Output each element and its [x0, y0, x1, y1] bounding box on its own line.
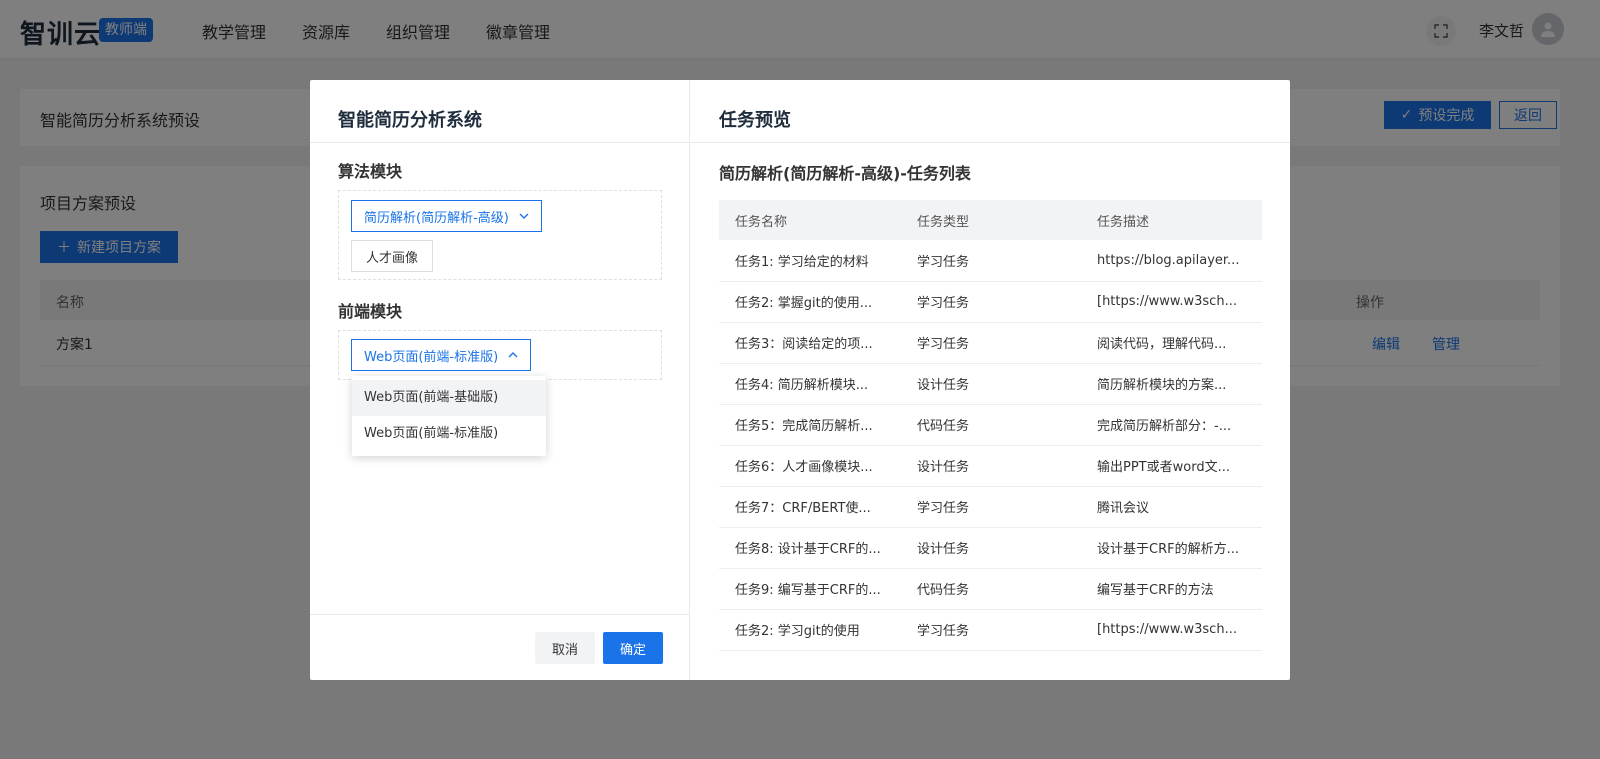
algo-section-title: 算法模块 — [338, 162, 403, 181]
task-desc: 输出PPT或者word文... — [1081, 445, 1262, 487]
task-type: 设计任务 — [901, 445, 1081, 487]
task-name: 任务4: 简历解析模块... — [719, 363, 901, 405]
table-row: 任务2: 掌握git的使用... 学习任务 [https://www.w3sch..… — [719, 281, 1262, 323]
dropdown-option-basic[interactable]: Web页面(前端-基础版) — [352, 380, 546, 416]
dropdown-option-standard[interactable]: Web页面(前端-标准版) — [352, 416, 546, 452]
chevron-down-icon — [519, 213, 529, 219]
algo-module-select[interactable]: 简历解析(简历解析-高级) — [351, 200, 542, 232]
talent-profile-tag[interactable]: 人才画像 — [351, 240, 434, 272]
table-row: 任务2: 学习git的使用 学习任务 [https://www.w3sch... — [719, 609, 1262, 651]
divider — [310, 142, 690, 143]
task-name: 任务2: 掌握git的使用... — [719, 281, 901, 323]
frontend-section-box: Web页面(前端-标准版) — [338, 330, 662, 380]
module-config-modal: 智能简历分析系统 算法模块 简历解析(简历解析-高级) 人才画像 前端模块 We… — [310, 80, 1290, 680]
task-name: 任务9: 编写基于CRF的... — [719, 568, 901, 610]
table-row: 任务7：CRF/BERT使... 学习任务 腾讯会议 — [719, 486, 1262, 528]
task-type: 学习任务 — [901, 322, 1081, 364]
task-list-title: 简历解析(简历解析-高级)-任务列表 — [719, 164, 971, 183]
algo-select-value: 简历解析(简历解析-高级) — [364, 210, 509, 226]
task-desc: 简历解析模块的方案... — [1081, 363, 1262, 405]
column-header-task-type: 任务类型 — [901, 200, 1081, 240]
task-name: 任务5：完成简历解析... — [719, 404, 901, 446]
task-name: 任务3：阅读给定的项... — [719, 322, 901, 364]
task-type: 设计任务 — [901, 527, 1081, 569]
task-desc: https://blog.apilayer... — [1081, 240, 1262, 282]
task-name: 任务6：人才画像模块... — [719, 445, 901, 487]
task-desc: 阅读代码，理解代码... — [1081, 322, 1262, 364]
table-row: 任务6：人才画像模块... 设计任务 输出PPT或者word文... — [719, 445, 1262, 487]
table-row: 任务8: 设计基于CRF的... 设计任务 设计基于CRF的解析方... — [719, 527, 1262, 569]
task-type: 设计任务 — [901, 363, 1081, 405]
task-type: 代码任务 — [901, 404, 1081, 446]
task-table-header: 任务名称 任务类型 任务描述 — [719, 200, 1262, 240]
cancel-button[interactable]: 取消 — [535, 632, 595, 664]
chevron-up-icon — [508, 352, 518, 358]
algo-section-box: 简历解析(简历解析-高级) 人才画像 — [338, 190, 662, 280]
frontend-section-title: 前端模块 — [338, 302, 403, 321]
table-row: 任务9: 编写基于CRF的... 代码任务 编写基于CRF的方法 — [719, 568, 1262, 610]
task-type: 学习任务 — [901, 486, 1081, 528]
frontend-module-select[interactable]: Web页面(前端-标准版) — [351, 339, 532, 371]
modal-title: 智能简历分析系统 — [338, 110, 482, 131]
task-preview-pane: 任务预览 简历解析(简历解析-高级)-任务列表 任务名称 任务类型 任务描述 任… — [691, 80, 1290, 680]
task-type: 代码任务 — [901, 568, 1081, 610]
column-header-task-name: 任务名称 — [719, 200, 901, 240]
task-name: 任务7：CRF/BERT使... — [719, 486, 901, 528]
divider — [310, 614, 690, 615]
column-header-task-desc: 任务描述 — [1081, 200, 1262, 240]
preview-title: 任务预览 — [719, 110, 791, 131]
module-selection-pane: 智能简历分析系统 算法模块 简历解析(简历解析-高级) 人才画像 前端模块 We… — [310, 80, 690, 680]
frontend-select-value: Web页面(前端-标准版) — [364, 349, 499, 365]
confirm-button[interactable]: 确定 — [603, 632, 663, 664]
frontend-options-dropdown: Web页面(前端-基础版) Web页面(前端-标准版) — [352, 376, 546, 456]
table-row: 任务4: 简历解析模块... 设计任务 简历解析模块的方案... — [719, 363, 1262, 405]
divider — [691, 142, 1290, 143]
task-desc: 设计基于CRF的解析方... — [1081, 527, 1262, 569]
table-row: 任务1: 学习给定的材料 学习任务 https://blog.apilayer... — [719, 240, 1262, 282]
task-name: 任务1: 学习给定的材料 — [719, 240, 901, 282]
task-type: 学习任务 — [901, 609, 1081, 651]
task-desc: 腾讯会议 — [1081, 486, 1262, 528]
table-row: 任务5：完成简历解析... 代码任务 完成简历解析部分：-... — [719, 404, 1262, 446]
task-desc: 编写基于CRF的方法 — [1081, 568, 1262, 610]
table-row: 任务3：阅读给定的项... 学习任务 阅读代码，理解代码... — [719, 322, 1262, 364]
task-name: 任务8: 设计基于CRF的... — [719, 527, 901, 569]
task-table: 任务名称 任务类型 任务描述 任务1: 学习给定的材料 学习任务 https://b… — [719, 200, 1262, 651]
task-desc: [https://www.w3sch... — [1081, 281, 1262, 323]
task-desc: 完成简历解析部分：-... — [1081, 404, 1262, 446]
task-type: 学习任务 — [901, 281, 1081, 323]
task-desc: [https://www.w3sch... — [1081, 609, 1262, 651]
task-type: 学习任务 — [901, 240, 1081, 282]
task-name: 任务2: 学习git的使用 — [719, 609, 901, 651]
